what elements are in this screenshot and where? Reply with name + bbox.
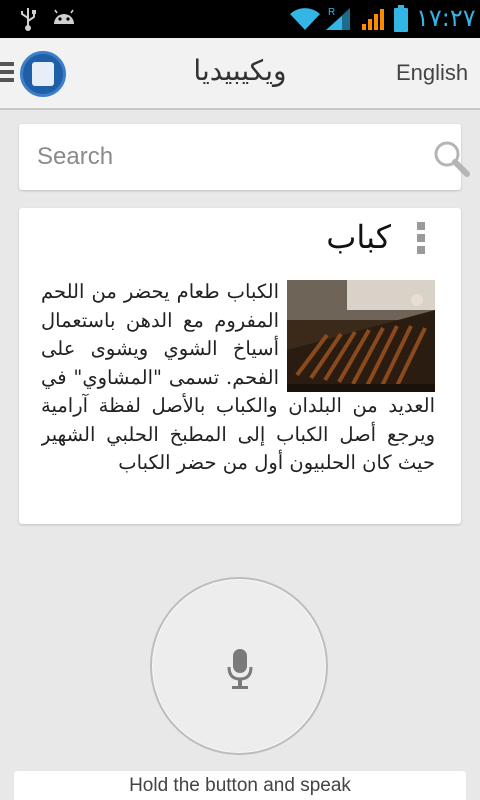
menu-icon[interactable]: [0, 62, 14, 86]
article-thumbnail: [287, 280, 435, 392]
battery-icon: [394, 5, 408, 32]
status-bar: R ١٧:٢٧: [0, 0, 480, 38]
search-input[interactable]: [37, 138, 407, 176]
search-bar: [19, 124, 470, 190]
voice-input-button[interactable]: [150, 577, 328, 755]
action-bar: ويكيبيديا English: [0, 38, 480, 110]
language-toggle-button[interactable]: English: [396, 60, 468, 86]
signal-label: R: [328, 7, 335, 18]
article-card[interactable]: كباب الكباب طعام يحضر من اللحم المفروم م…: [19, 208, 461, 524]
signal-icon: R: [326, 7, 350, 30]
more-vert-icon[interactable]: [415, 222, 427, 256]
wifi-icon: [290, 8, 320, 30]
app-title: ويكيبيديا: [193, 54, 287, 87]
article-title: كباب: [326, 218, 391, 256]
microphone-icon: [227, 649, 253, 689]
usb-icon: [21, 8, 36, 31]
signal-icon-2: [362, 9, 384, 30]
voice-hint: Hold the button and speak: [14, 771, 466, 800]
app-logo-icon[interactable]: [20, 51, 66, 97]
status-time: ١٧:٢٧: [416, 4, 476, 32]
android-debug-icon: [54, 9, 74, 24]
search-icon[interactable]: [431, 138, 471, 178]
